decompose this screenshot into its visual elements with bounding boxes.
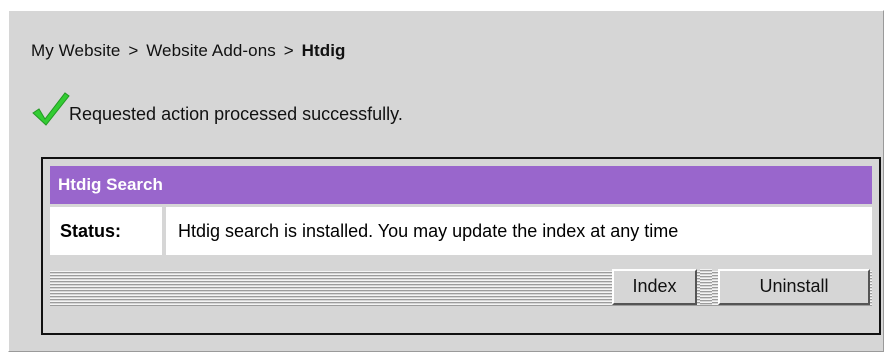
- htdig-search-box: Htdig Search Status: Htdig search is ins…: [41, 157, 881, 335]
- breadcrumb-separator: >: [283, 41, 294, 60]
- success-message: Requested action processed successfully.: [31, 91, 403, 127]
- breadcrumb-current: Htdig: [301, 41, 346, 60]
- uninstall-button[interactable]: Uninstall: [718, 269, 870, 305]
- box-title: Htdig Search: [50, 166, 872, 204]
- breadcrumb-item-website-addons[interactable]: Website Add-ons: [146, 41, 276, 60]
- status-value: Htdig search is installed. You may updat…: [166, 207, 872, 255]
- breadcrumb-separator: >: [128, 41, 139, 60]
- check-icon: [31, 91, 71, 127]
- action-bar-bottom-edge: [50, 306, 872, 315]
- content-panel: My Website > Website Add-ons > Htdig Req…: [8, 10, 884, 352]
- status-row: Status: Htdig search is installed. You m…: [50, 207, 872, 255]
- breadcrumb-item-my-website[interactable]: My Website: [31, 41, 121, 60]
- status-label: Status:: [50, 207, 162, 255]
- action-bar: Index Uninstall: [50, 265, 872, 315]
- index-button[interactable]: Index: [612, 269, 697, 305]
- success-message-text: Requested action processed successfully.: [69, 104, 403, 124]
- breadcrumb: My Website > Website Add-ons > Htdig: [31, 41, 346, 61]
- button-divider: [700, 269, 712, 305]
